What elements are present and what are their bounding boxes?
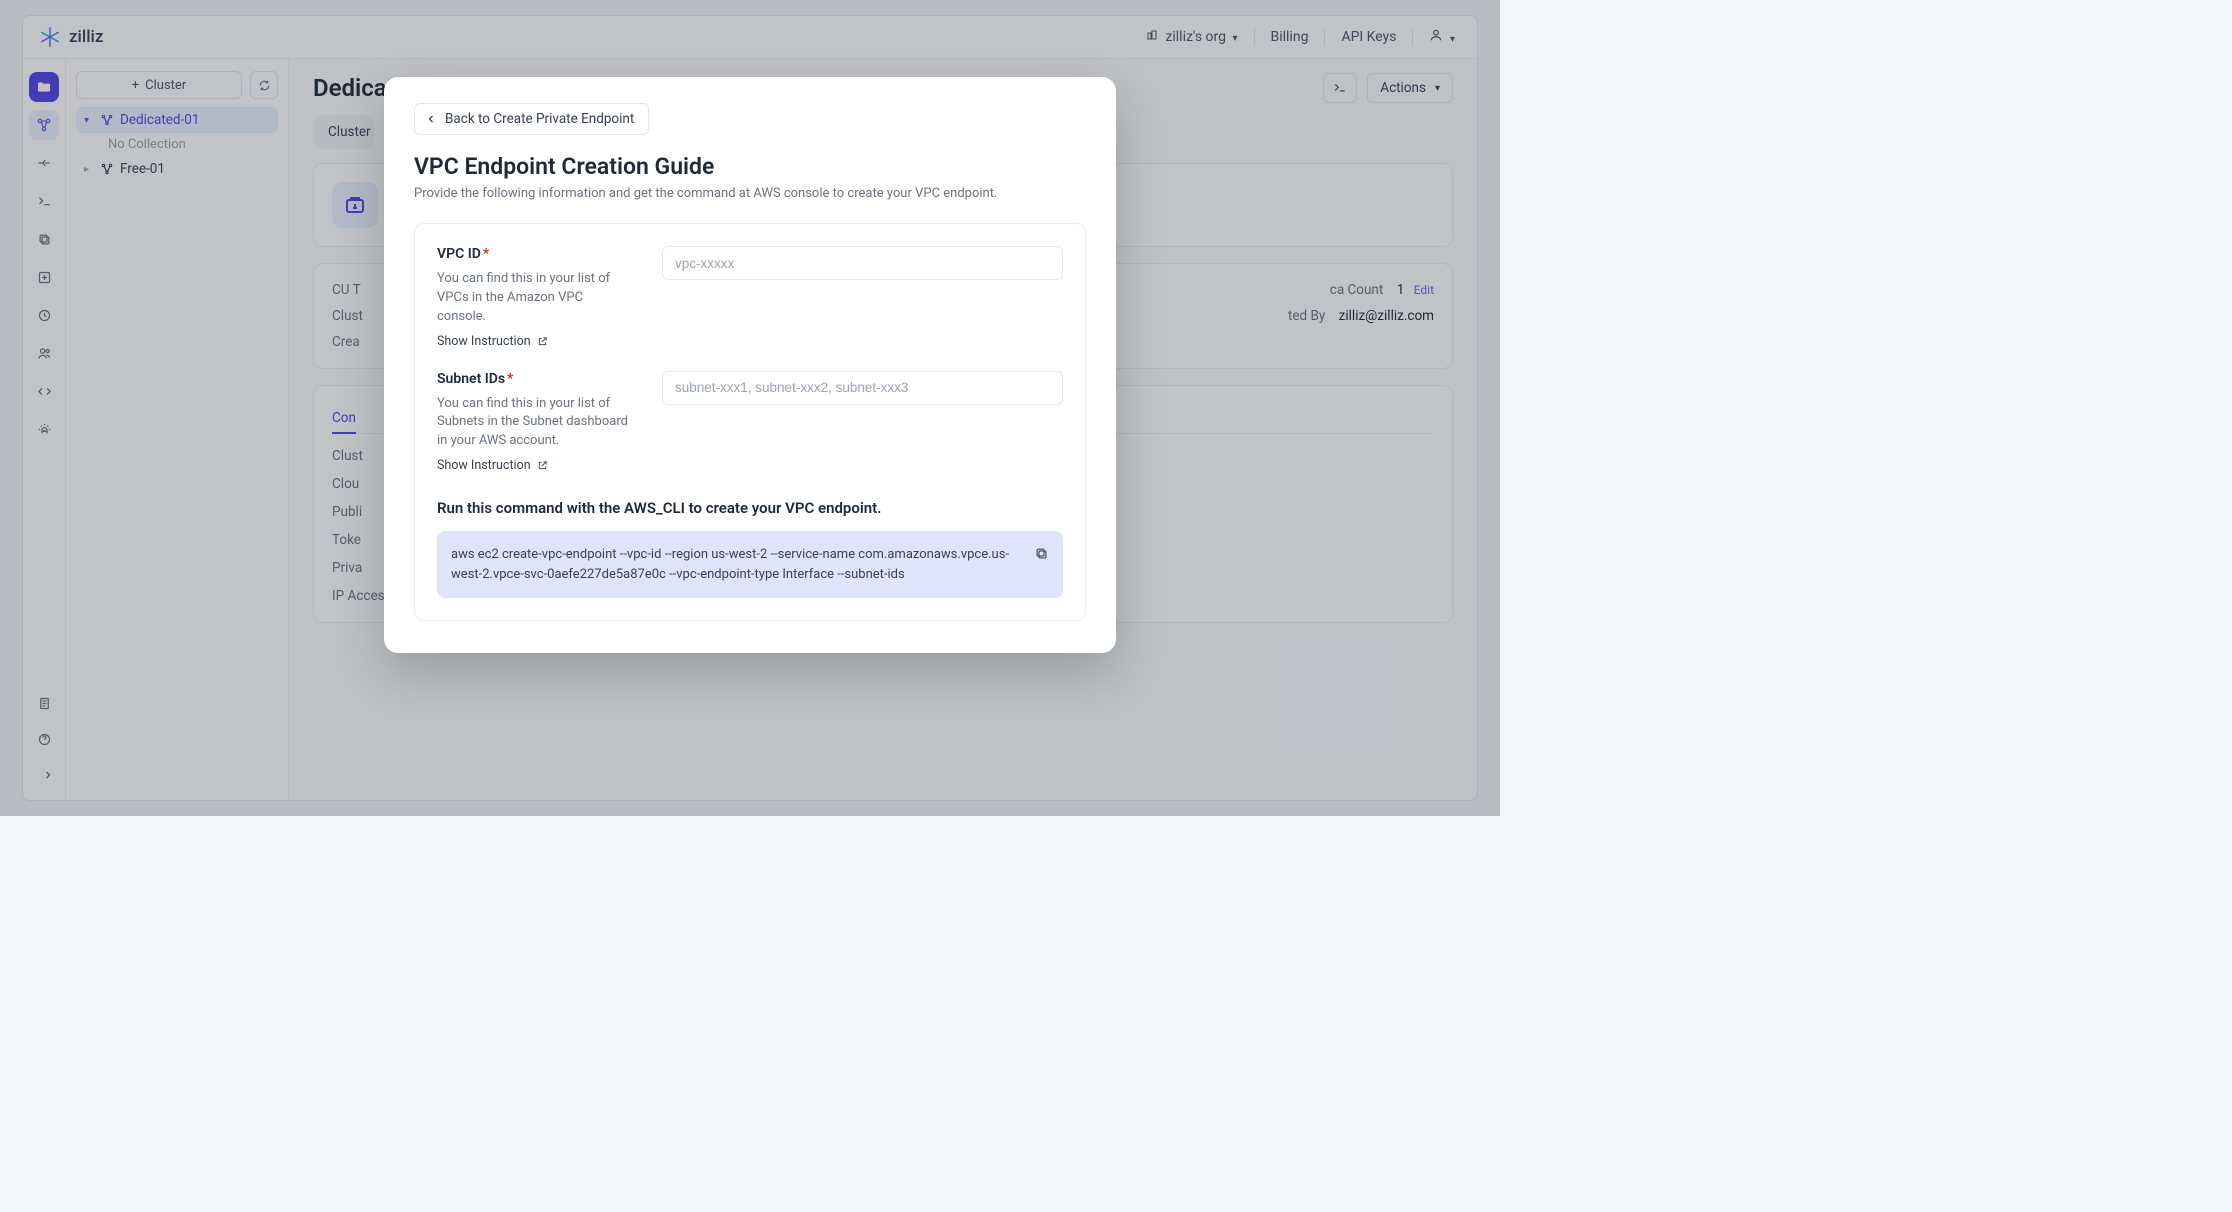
show-instruction-label: Show Instruction	[437, 334, 531, 349]
show-instruction-label: Show Instruction	[437, 458, 531, 473]
subnet-label: Subnet IDs	[437, 371, 505, 387]
form-card: VPC ID* You can find this in your list o…	[414, 223, 1086, 621]
subnet-ids-input[interactable]	[662, 371, 1063, 405]
external-link-icon	[537, 460, 548, 471]
copy-button[interactable]	[1029, 541, 1053, 565]
subnet-help: You can find this in your list of Subnet…	[437, 395, 632, 452]
vpc-endpoint-modal: Back to Create Private Endpoint VPC Endp…	[384, 77, 1116, 653]
modal-title: VPC Endpoint Creation Guide	[414, 153, 1086, 180]
vpc-field: VPC ID* You can find this in your list o…	[437, 246, 1063, 349]
subnet-show-instruction[interactable]: Show Instruction	[437, 458, 548, 473]
vpc-id-input[interactable]	[662, 246, 1063, 280]
code-block: aws ec2 create-vpc-endpoint --vpc-id --r…	[437, 531, 1063, 598]
required-mark: *	[483, 246, 489, 262]
chevron-left-icon	[425, 113, 437, 125]
modal-overlay[interactable]: Back to Create Private Endpoint VPC Endp…	[0, 0, 1500, 816]
vpc-show-instruction[interactable]: Show Instruction	[437, 334, 548, 349]
subnet-field: Subnet IDs* You can find this in your li…	[437, 371, 1063, 474]
required-mark: *	[507, 371, 513, 387]
cmd-text: aws ec2 create-vpc-endpoint --vpc-id --r…	[451, 547, 1009, 582]
back-label: Back to Create Private Endpoint	[445, 111, 634, 127]
cmd-title: Run this command with the AWS_CLI to cre…	[437, 499, 1063, 517]
back-button[interactable]: Back to Create Private Endpoint	[414, 103, 649, 135]
external-link-icon	[537, 336, 548, 347]
modal-subtitle: Provide the following information and ge…	[414, 186, 1086, 201]
vpc-label: VPC ID	[437, 246, 481, 262]
vpc-help: You can find this in your list of VPCs i…	[437, 270, 632, 327]
